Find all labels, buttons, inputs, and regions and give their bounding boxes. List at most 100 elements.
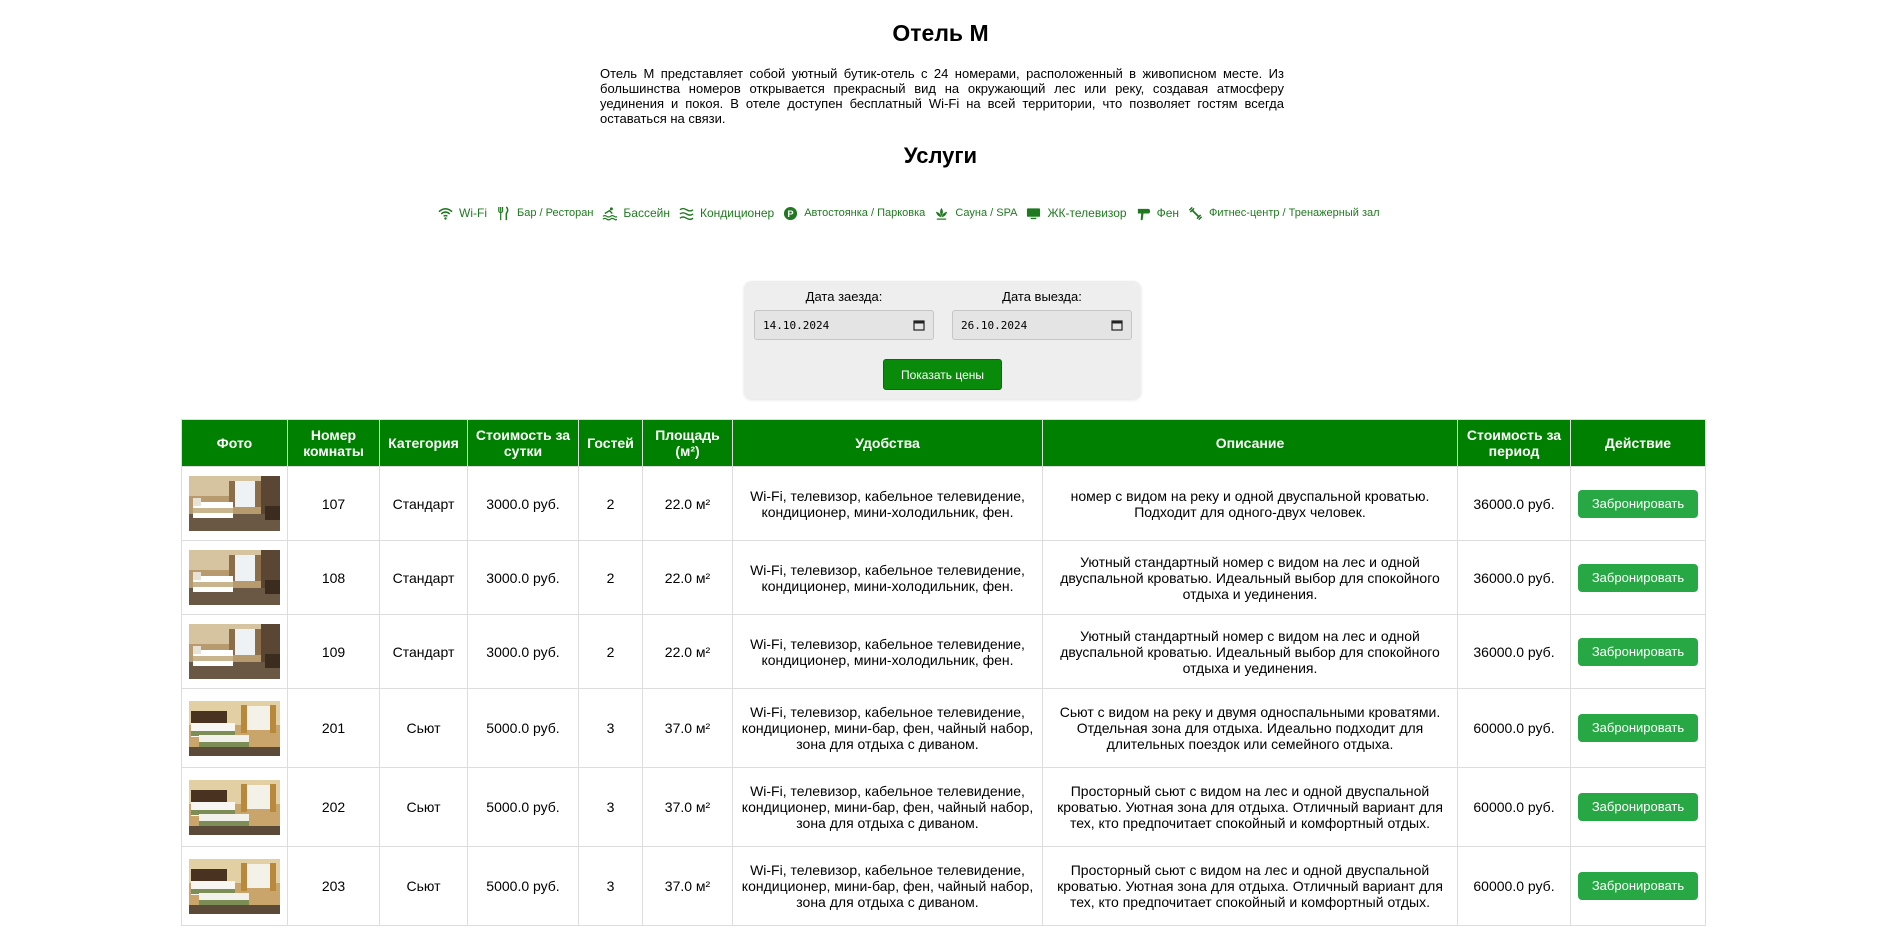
service-label: Фен [1156,206,1180,220]
room-photo-cell [181,466,288,541]
header-category: Категория [379,419,468,467]
room-action-cell: Забронировать [1570,846,1706,926]
book-button[interactable]: Забронировать [1577,637,1699,666]
pool-icon [602,206,618,220]
room-total-price: 60000.0 руб. [1457,846,1571,926]
room-description: Уютный стандартный номер с видом на лес … [1042,614,1458,689]
checkout-label: Дата выезда: [1002,289,1082,304]
table-row: 109 Стандарт 3000.0 руб. 2 22.0 м² Wi-Fi, тел… [181,614,1706,689]
services-list: Wi-Fi Бар / Ресторан Бассейн Кондиционер… [438,203,1443,223]
header-amenities: Удобства [732,419,1043,467]
service-label: Автостоянка / Парковка [804,207,926,219]
checkout-group: Дата выезда: 26.10.2024 [952,289,1132,340]
room-action-cell: Забронировать [1570,767,1706,847]
room-area: 22.0 м² [642,614,733,689]
room-description: Сьют с видом на реку и двумя односпальны… [1042,688,1458,768]
room-area: 22.0 м² [642,466,733,541]
table-row: 108 Стандарт 3000.0 руб. 2 22.0 м² Wi-Fi, тел… [181,540,1706,615]
room-area: 22.0 м² [642,540,733,615]
restaurant-icon [498,205,509,220]
room-number: 202 [287,767,380,847]
room-price-per-day: 3000.0 руб. [467,614,579,689]
checkin-date-input[interactable]: 14.10.2024 [754,310,934,340]
room-amenities: Wi-Fi, телевизор, кабельное телевидение,… [732,614,1043,689]
room-category: Стандарт [379,466,468,541]
table-row: 203 Сьют 5000.0 руб. 3 37.0 м² Wi-Fi, телевиз… [181,846,1706,926]
book-button[interactable]: Забронировать [1577,489,1699,518]
service-fitness: Фитнес-центр / Тренажерный зал [1188,206,1380,221]
service-tv: ЖК-телевизор [1026,206,1127,221]
hotel-description: Отель М представляет собой уютный бутик-… [600,66,1284,126]
room-guests: 2 [578,614,643,689]
room-number: 108 [287,540,380,615]
room-photo [189,624,280,679]
header-action: Действие [1570,419,1706,467]
book-button[interactable]: Забронировать [1577,872,1699,900]
book-button[interactable]: Забронировать [1577,563,1699,592]
room-photo [189,858,280,914]
fitness-icon [1188,206,1203,220]
book-button[interactable]: Забронировать [1577,793,1699,821]
room-total-price: 36000.0 руб. [1457,466,1571,541]
room-price-per-day: 5000.0 руб. [467,846,579,926]
room-category: Сьют [379,767,468,847]
date-selection-panel: Дата заезда: 14.10.2024 Дата выезда: 26.… [744,281,1141,399]
room-photo-cell [181,767,288,847]
room-number: 107 [287,466,380,541]
hotel-title: Отель М [892,20,989,46]
room-area: 37.0 м² [642,846,733,926]
room-guests: 2 [578,540,643,615]
header-room-number: Номер комнаты [287,419,380,467]
table-row: 201 Сьют 5000.0 руб. 3 37.0 м² Wi-Fi, телевиз… [181,688,1706,768]
room-action-cell: Забронировать [1570,466,1706,541]
book-button[interactable]: Забронировать [1577,714,1699,742]
hair-dryer-icon [1137,208,1150,220]
room-description: Просторный сьют с видом на лес и одной д… [1042,846,1458,926]
checkout-date-value: 26.10.2024 [961,318,1028,332]
show-prices-button[interactable]: Показать цены [883,359,1002,390]
room-photo-cell [181,614,288,689]
services-title: Услуги [903,143,978,168]
room-action-cell: Забронировать [1570,540,1706,615]
room-number: 109 [287,614,380,689]
room-total-price: 60000.0 руб. [1457,767,1571,847]
room-action-cell: Забронировать [1570,614,1706,689]
header-description: Описание [1042,419,1458,467]
room-action-cell: Забронировать [1570,688,1706,768]
room-photo [189,779,280,835]
service-label: Бар / Ресторан [516,207,594,219]
air-conditioner-icon [679,207,694,220]
table-row: 202 Сьют 5000.0 руб. 3 37.0 м² Wi-Fi, телевиз… [181,767,1706,847]
header-price-per-day: Стоимость за сутки [467,419,579,467]
room-number: 203 [287,846,380,926]
service-label: Сауна / SPA [955,207,1018,219]
header-photo: Фото [181,419,288,467]
service-label: Кондиционер [699,206,775,220]
room-description: номер с видом на реку и одной двуспально… [1042,466,1458,541]
room-guests: 3 [578,767,643,847]
header-area: Площадь (м²) [642,419,733,467]
calendar-icon[interactable] [1111,319,1123,331]
room-amenities: Wi-Fi, телевизор, кабельное телевидение,… [732,846,1043,926]
checkout-date-input[interactable]: 26.10.2024 [952,310,1132,340]
calendar-icon[interactable] [913,319,925,331]
rooms-table: Фото Номер комнаты Категория Стоимость з… [181,419,1706,926]
room-category: Стандарт [379,540,468,615]
room-price-per-day: 5000.0 руб. [467,767,579,847]
room-price-per-day: 3000.0 руб. [467,540,579,615]
checkin-group: Дата заезда: 14.10.2024 [754,289,934,340]
room-area: 37.0 м² [642,767,733,847]
header-guests: Гостей [578,419,643,467]
service-pool: Бассейн [602,206,670,221]
room-price-per-day: 5000.0 руб. [467,688,579,768]
room-total-price: 60000.0 руб. [1457,688,1571,768]
checkin-date-value: 14.10.2024 [763,318,830,332]
table-row: 107 Стандарт 3000.0 руб. 2 22.0 м² Wi-Fi, тел… [181,466,1706,541]
room-area: 37.0 м² [642,688,733,768]
room-category: Сьют [379,688,468,768]
room-amenities: Wi-Fi, телевизор, кабельное телевидение,… [732,767,1043,847]
room-photo [189,550,280,605]
tv-icon [1027,207,1041,219]
room-description: Уютный стандартный номер с видом на лес … [1042,540,1458,615]
spa-icon [936,207,948,220]
